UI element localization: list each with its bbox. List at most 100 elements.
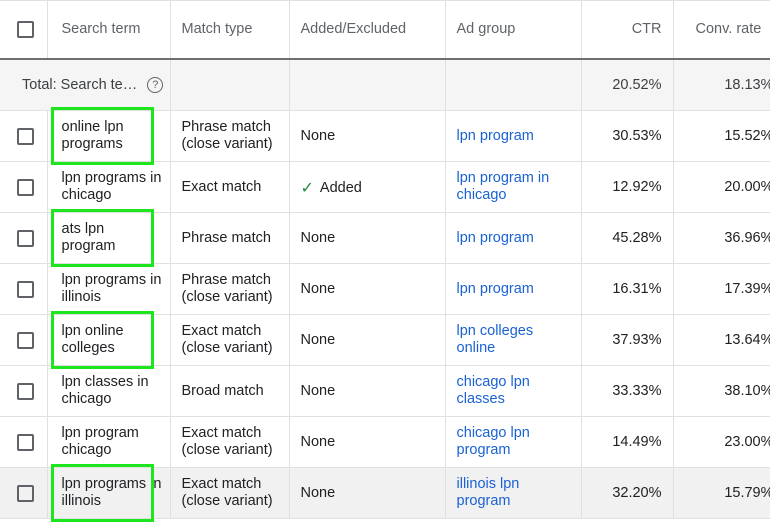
row-checkbox[interactable] [17,331,34,349]
total-label: Total: Search te… [22,76,138,93]
ctr-value: 33.33% [581,365,674,417]
search-term: lpn program chicago [61,425,139,458]
row-select-cell [0,263,48,315]
match-type: Phrase match [181,229,271,246]
conv-rate-value: 20.00% [673,161,770,213]
row-select-cell [0,314,48,366]
search-term: lpn programs in chicago [61,170,162,203]
table-row[interactable]: lpn programs in chicago Exact match ✓ Added… [0,161,770,213]
row-checkbox[interactable] [17,229,34,247]
search-term: lpn programs in illinois [61,476,162,509]
column-header-search-term[interactable]: Search term [47,0,171,60]
ctr-value: 37.93% [581,314,674,366]
ad-group-cell: lpn colleges online [445,314,582,366]
ctr-value: 45.28% [581,212,674,264]
ad-group-cell: lpn program in chicago [445,161,582,213]
ad-group-link[interactable]: chicago lpn program [446,425,581,459]
ad-group-link[interactable]: lpn program [446,128,581,145]
match-type-cell: Exact match (close variant) [170,467,290,519]
table-row[interactable]: ats lpn program Phrase match None lpn progr… [0,209,770,267]
ad-group-link[interactable]: chicago lpn classes [446,374,581,408]
added-excluded-cell: None [289,110,446,162]
column-header-ctr[interactable]: CTR [581,0,674,60]
ad-group-link[interactable]: lpn program [446,230,581,247]
column-header-added-excluded[interactable]: Added/Excluded [289,0,446,60]
ad-group-link[interactable]: illinois lpn program [446,476,581,510]
table-row[interactable]: lpn classes in chicago Broad match None chi… [0,365,770,417]
ad-group-cell: lpn program [445,110,582,162]
added-excluded-value: None [300,229,336,246]
conv-rate-value: 15.52% [673,110,770,162]
match-type: Exact match (close variant) [181,476,273,509]
table-row[interactable]: lpn programs in illinois Phrase match (cl… [0,263,770,315]
added-excluded-value: None [300,331,336,348]
search-term: lpn classes in chicago [61,374,149,407]
ad-group-cell: chicago lpn program [445,416,582,468]
ad-group-link[interactable]: lpn colleges online [446,323,581,357]
help-icon[interactable]: ? [147,76,164,93]
match-type: Exact match [181,178,262,195]
search-term: lpn programs in illinois [61,272,162,305]
search-term-cell: online lpn programs [47,107,171,165]
match-type: Broad match [181,382,264,399]
added-excluded-cell: None [289,212,446,264]
column-header-match-type[interactable]: Match type [170,0,290,60]
row-select-cell [0,212,48,264]
match-type-cell: Phrase match (close variant) [170,110,290,162]
conv-rate-value: 36.96% [673,212,770,264]
row-select-cell [0,161,48,213]
ad-group-cell: chicago lpn classes [445,365,582,417]
column-header-conv-rate[interactable]: Conv. rate [673,0,770,60]
search-term: lpn online colleges [61,323,124,356]
total-ad-group [445,59,582,111]
table-row[interactable]: lpn programs in illinois Exact match (clo… [0,464,770,522]
row-select-cell [0,110,48,162]
ad-group-cell: lpn program [445,212,582,264]
match-type: Phrase match (close variant) [181,272,273,305]
search-term-cell: lpn programs in illinois [47,263,171,315]
added-excluded-value: None [300,484,336,501]
column-header-ad-group[interactable]: Ad group [445,0,582,60]
ad-group-link[interactable]: lpn program in chicago [446,170,581,204]
conv-rate-value: 13.64% [673,314,770,366]
search-term: online lpn programs [61,119,124,152]
check-icon: ✓ [300,180,314,197]
total-row: Total: Search te…? 20.52% 18.13% [0,59,770,111]
row-checkbox[interactable] [17,280,34,298]
added-excluded-cell: None [289,416,446,468]
ctr-value: 14.49% [581,416,674,468]
row-checkbox[interactable] [17,382,34,400]
added-excluded-cell: None [289,365,446,417]
row-checkbox[interactable] [17,433,34,451]
select-all-checkbox[interactable] [17,21,34,38]
search-term-cell: lpn online colleges [47,311,171,369]
added-excluded-value: None [300,127,336,144]
ctr-value: 32.20% [581,467,674,519]
table-row[interactable]: lpn online colleges Exact match (close va… [0,311,770,369]
total-conv-rate: 18.13% [673,59,770,111]
added-status: ✓ Added [290,176,368,197]
table-row[interactable]: lpn program chicago Exact match (close va… [0,416,770,468]
match-type: Exact match (close variant) [181,323,273,356]
select-all-cell [0,0,48,60]
added-excluded-value: None [300,382,336,399]
added-excluded-value: Added [319,180,362,196]
added-excluded-value: None [300,433,336,450]
match-type-cell: Broad match [170,365,290,417]
search-terms-table: Search term Match type Added/Excluded Ad… [0,0,770,522]
conv-rate-value: 15.79% [673,467,770,519]
row-checkbox[interactable] [17,178,34,196]
table-row[interactable]: online lpn programs Phrase match (close v… [0,107,770,165]
total-ctr: 20.52% [581,59,674,111]
search-term-cell: lpn program chicago [47,416,171,468]
row-checkbox[interactable] [17,484,34,502]
ctr-value: 16.31% [581,263,674,315]
ctr-value: 12.92% [581,161,674,213]
ad-group-link[interactable]: lpn program [446,281,581,298]
search-term-cell: lpn programs in illinois [47,464,171,522]
added-excluded-cell: None [289,263,446,315]
row-checkbox[interactable] [17,127,34,145]
match-type: Exact match (close variant) [181,425,273,458]
row-select-cell [0,467,48,519]
ad-group-cell: illinois lpn program [445,467,582,519]
